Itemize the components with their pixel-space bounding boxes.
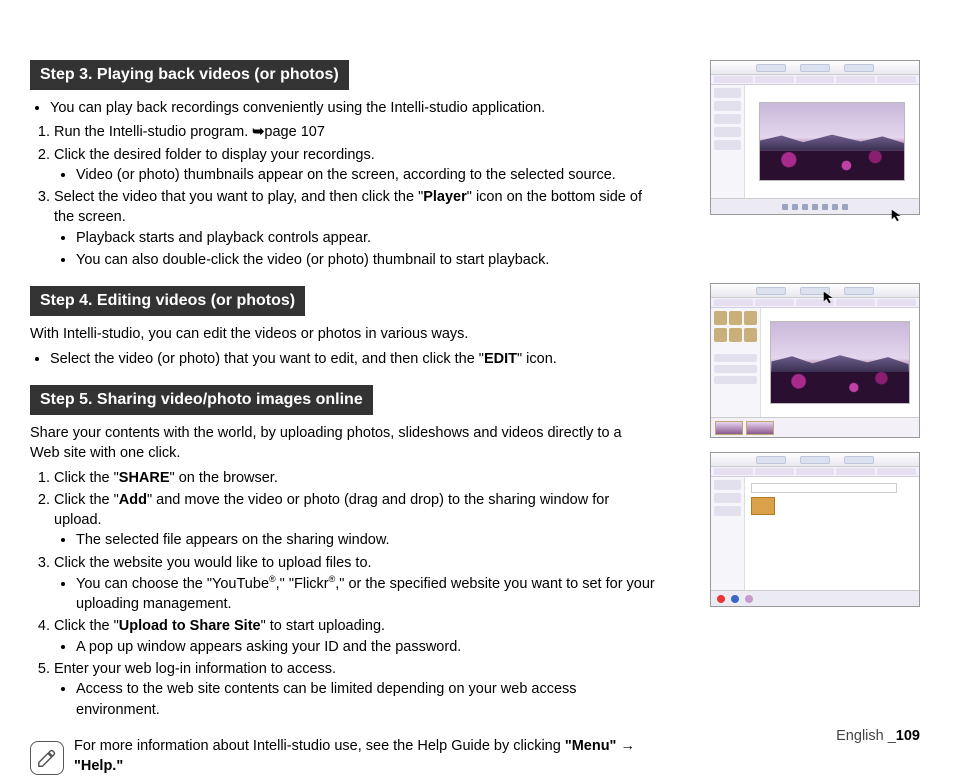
reg-mark-1: ®	[269, 574, 276, 584]
note-row: For more information about Intelli-studi…	[30, 736, 660, 781]
note-a: For more information about Intelli-studi…	[74, 738, 565, 754]
step5-li2-a: Click the "	[54, 492, 119, 508]
step5-li4-upload: Upload to Share Site	[119, 618, 261, 634]
note-text: For more information about Intelli-studi…	[74, 736, 660, 777]
note-arrow: →	[616, 738, 635, 754]
step5-li1-share: SHARE	[119, 470, 170, 486]
step5-li3-text: Click the website you would like to uplo…	[54, 555, 372, 571]
step5-li5-text: Enter your web log-in information to acc…	[54, 661, 336, 677]
step4-li1: Select the video (or photo) that you wan…	[50, 349, 660, 369]
footer-lang: English _	[836, 728, 896, 744]
step3-intro-list: You can play back recordings convenientl…	[30, 98, 660, 118]
step4-p1: With Intelli-studio, you can edit the vi…	[30, 324, 660, 344]
step5-li2: Click the "Add" and move the video or ph…	[54, 490, 660, 551]
step3-li1-text: Run the Intelli-studio program.	[54, 124, 252, 140]
footer-page-number: 109	[896, 728, 920, 744]
step5-li3-sub-list: You can choose the "YouTube®," "Flickr®,…	[54, 573, 660, 614]
step5-li3-sub-b: ," "Flickr	[276, 576, 329, 592]
step3-ordered-list: Run the Intelli-studio program. ➥page 10…	[30, 122, 660, 270]
step3-li2: Click the desired folder to display your…	[54, 145, 660, 186]
step5-title: Step 5. Sharing video/photo images onlin…	[30, 385, 373, 415]
step5-section: Step 5. Sharing video/photo images onlin…	[30, 385, 660, 720]
step3-li1: Run the Intelli-studio program. ➥page 10…	[54, 122, 660, 142]
arrow-icon: ➥	[252, 124, 264, 140]
step3-li3-sub2: You can also double-click the video (or …	[76, 250, 660, 270]
step3-li2-text: Click the desired folder to display your…	[54, 147, 375, 163]
step5-li4-sub: A pop up window appears asking your ID a…	[76, 637, 660, 657]
page-footer: English _109	[836, 728, 920, 744]
step3-li2-sub-list: Video (or photo) thumbnails appear on th…	[54, 165, 660, 185]
screenshot-edit-thumb	[710, 283, 920, 438]
step5-li4-a: Click the "	[54, 618, 119, 634]
step5-li2-sub: The selected file appears on the sharing…	[76, 530, 660, 550]
step3-li1-pageref: page 107	[264, 124, 324, 140]
note-pencil-icon	[30, 741, 64, 775]
step3-li3-sub-list: Playback starts and playback controls ap…	[54, 228, 660, 271]
step5-li2-sub-list: The selected file appears on the sharing…	[54, 530, 660, 550]
step5-li2-add: Add	[119, 492, 147, 508]
screenshot-player-thumb	[710, 60, 920, 215]
step5-li3: Click the website you would like to uplo…	[54, 553, 660, 615]
step5-li5: Enter your web log-in information to acc…	[54, 659, 660, 720]
screenshot-share-thumb	[710, 452, 920, 607]
step5-li3-sub-a: You can choose the "YouTube	[76, 576, 269, 592]
step5-li1: Click the "SHARE" on the browser.	[54, 468, 660, 488]
step5-li4-c: " to start uploading.	[261, 618, 385, 634]
step4-li1-a: Select the video (or photo) that you wan…	[50, 351, 484, 367]
step3-li2-sub: Video (or photo) thumbnails appear on th…	[76, 165, 660, 185]
step5-p1: Share your contents with the world, by u…	[30, 423, 650, 464]
step4-section: Step 4. Editing videos (or photos) With …	[30, 286, 660, 369]
note-help: "Help."	[74, 758, 123, 774]
step4-li1-c: " icon.	[517, 351, 557, 367]
step3-li3-sub1: Playback starts and playback controls ap…	[76, 228, 660, 248]
step3-li3-a: Select the video that you want to play, …	[54, 189, 423, 205]
step4-li1-edit: EDIT	[484, 351, 517, 367]
step3-li3-player: Player	[423, 189, 467, 205]
note-menu: "Menu"	[565, 738, 617, 754]
step4-list: Select the video (or photo) that you wan…	[30, 349, 660, 369]
step5-li1-c: " on the browser.	[170, 470, 278, 486]
step5-ordered-list: Click the "SHARE" on the browser. Click …	[30, 468, 660, 720]
step3-intro: You can play back recordings convenientl…	[50, 98, 660, 118]
cursor-icon	[822, 290, 836, 309]
step5-li1-a: Click the "	[54, 470, 119, 486]
step3-section: Step 3. Playing back videos (or photos) …	[30, 60, 660, 270]
cursor-icon	[890, 208, 904, 227]
step3-title: Step 3. Playing back videos (or photos)	[30, 60, 349, 90]
step5-li5-sub-list: Access to the web site contents can be l…	[54, 679, 660, 720]
step4-title: Step 4. Editing videos (or photos)	[30, 286, 305, 316]
step3-li3: Select the video that you want to play, …	[54, 187, 660, 270]
step5-li3-sub: You can choose the "YouTube®," "Flickr®,…	[76, 573, 660, 614]
step5-li4-sub-list: A pop up window appears asking your ID a…	[54, 637, 660, 657]
step5-li5-sub: Access to the web site contents can be l…	[76, 679, 660, 720]
step5-li4: Click the "Upload to Share Site" to star…	[54, 616, 660, 657]
